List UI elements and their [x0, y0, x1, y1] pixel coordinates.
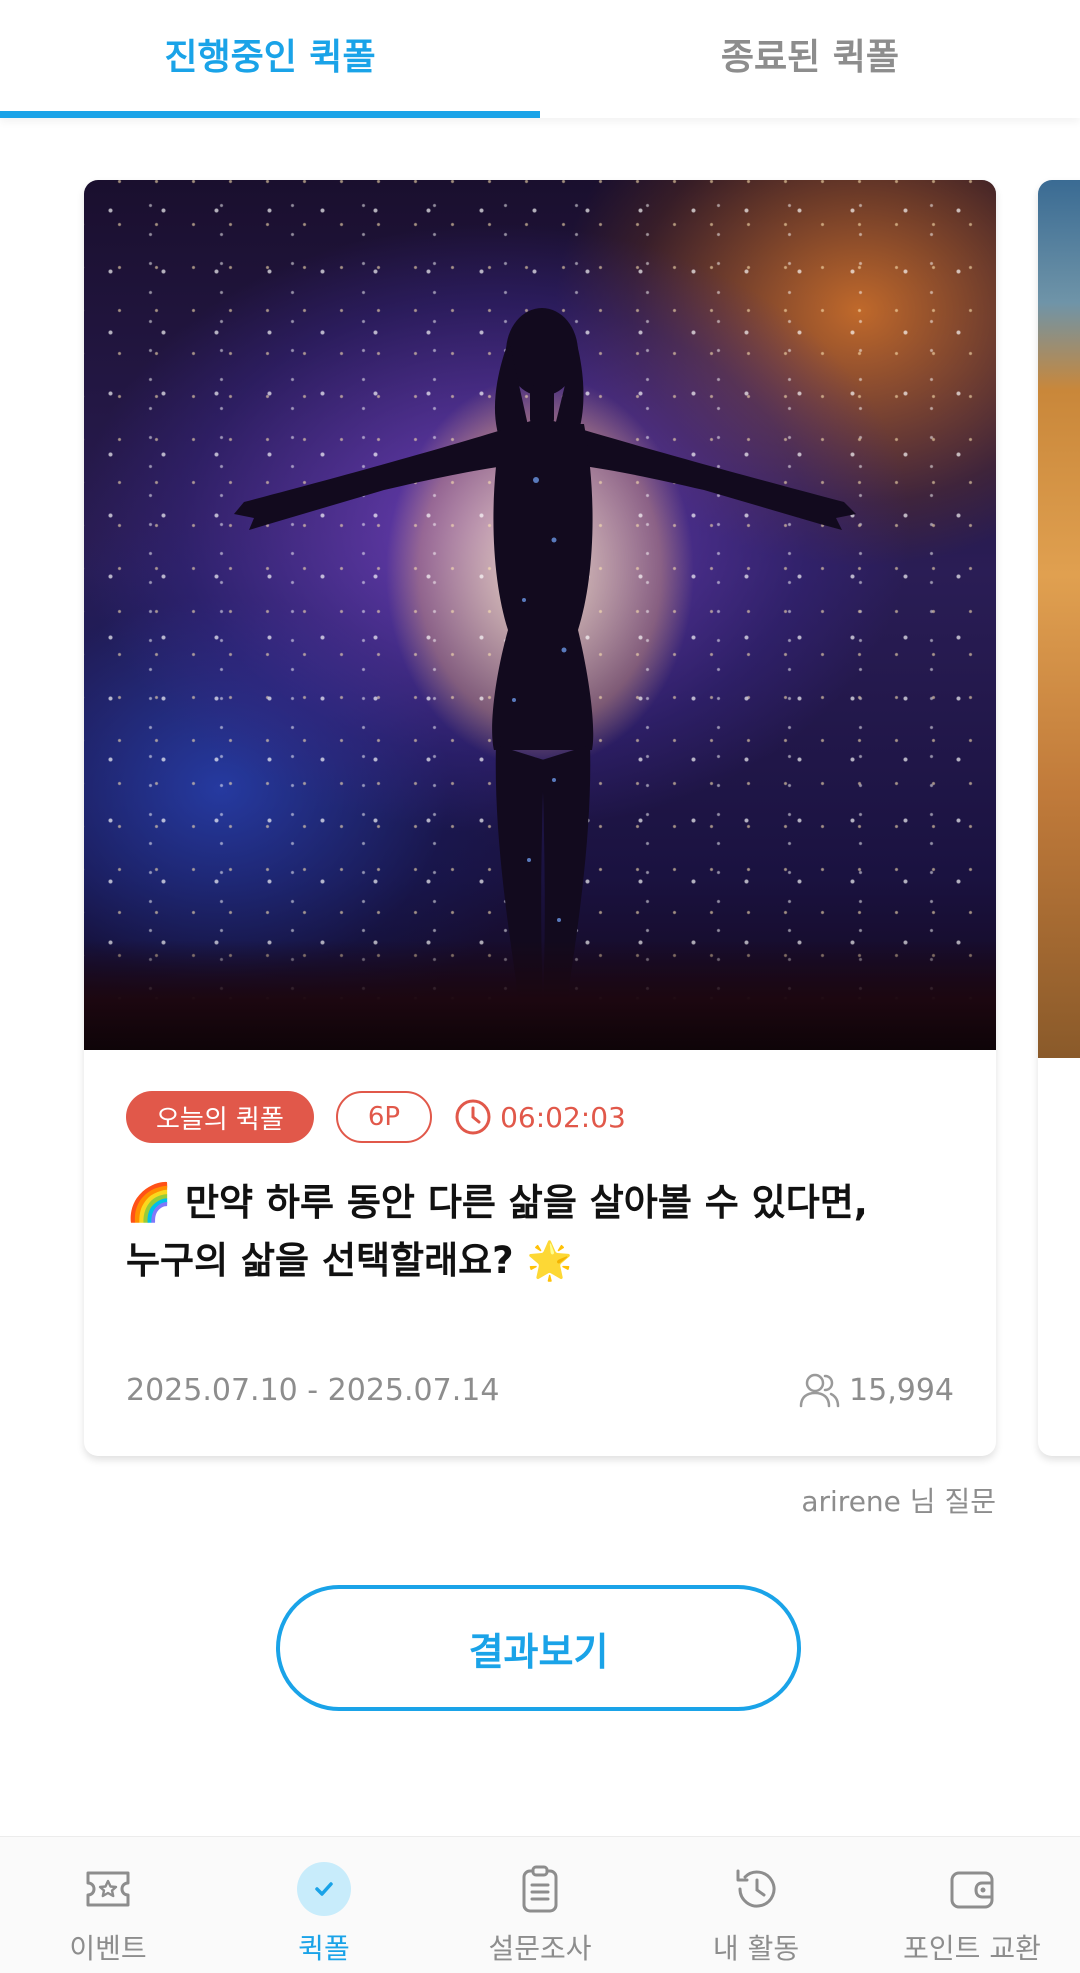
check-circle-icon: [294, 1859, 354, 1919]
timer-value: 06:02:03: [500, 1100, 626, 1134]
nav-label: 포인트 교환: [903, 1932, 1041, 1965]
point-badge: 6P: [335, 1091, 433, 1143]
tab-ended-quickpoll[interactable]: 종료된 퀵폴: [540, 0, 1080, 118]
question-author: arirene 님 질문: [801, 1485, 996, 1518]
nav-item-event[interactable]: 이벤트: [0, 1837, 216, 1973]
ticket-icon: [78, 1859, 138, 1919]
tab-ongoing-quickpoll[interactable]: 진행중인 퀵폴: [0, 0, 540, 118]
view-results-button[interactable]: 결과보기: [276, 1585, 801, 1711]
nav-item-point-exchange[interactable]: 포인트 교환: [864, 1837, 1080, 1973]
bottom-navigation: 이벤트 퀵폴 설문조사 내 활동 포인트 교환: [0, 1836, 1080, 1973]
date-range: 2025.07.10 - 2025.07.14: [126, 1372, 500, 1408]
poll-card-footer: 2025.07.10 - 2025.07.14 15,994: [126, 1370, 954, 1410]
poll-image: [84, 180, 996, 1050]
today-quickpoll-badge: 오늘의 퀵폴: [126, 1091, 314, 1143]
nav-label: 내 활동: [712, 1932, 800, 1965]
nav-item-survey[interactable]: 설문조사: [432, 1837, 648, 1973]
badge-row: 오늘의 퀵폴 6P 06:02:03: [126, 1090, 956, 1144]
silhouette-figure: [234, 308, 856, 1025]
nav-item-quickpoll[interactable]: 퀵폴: [216, 1837, 432, 1973]
history-icon: [726, 1859, 786, 1919]
people-icon: [799, 1373, 840, 1408]
poll-card[interactable]: 오늘의 퀵폴 6P 06:02:03 🌈 만약 하루 동안 다른 삶을 살아볼 …: [84, 180, 996, 1456]
nav-label: 이벤트: [69, 1932, 147, 1965]
participants-count: 15,994: [797, 1370, 954, 1410]
participants-value: 15,994: [849, 1372, 954, 1408]
clock-icon: [455, 1099, 491, 1135]
poll-title: 🌈 만약 하루 동안 다른 삶을 살아볼 수 있다면, 누구의 삶을 선택할래요…: [126, 1181, 868, 1282]
countdown-timer: 06:02:03: [454, 1098, 626, 1136]
nav-label: 퀵폴: [298, 1932, 350, 1965]
ground-shadow: [84, 940, 996, 1050]
clipboard-icon: [510, 1859, 570, 1919]
nav-label: 설문조사: [488, 1932, 592, 1965]
next-poll-image: [1038, 180, 1080, 1058]
tab-bar: 진행중인 퀵폴 종료된 퀵폴: [0, 0, 1080, 118]
page: 진행중인 퀵폴 종료된 퀵폴 오늘의 퀵폴 6P 06:02:03 🌈 만약 하…: [0, 0, 1080, 1973]
nav-item-my-activity[interactable]: 내 활동: [648, 1837, 864, 1973]
wallet-icon: [942, 1859, 1002, 1919]
poll-card-body: 오늘의 퀵폴 6P 06:02:03 🌈 만약 하루 동안 다른 삶을 살아볼 …: [126, 1090, 956, 1290]
next-poll-card-peek[interactable]: [1038, 180, 1080, 1456]
